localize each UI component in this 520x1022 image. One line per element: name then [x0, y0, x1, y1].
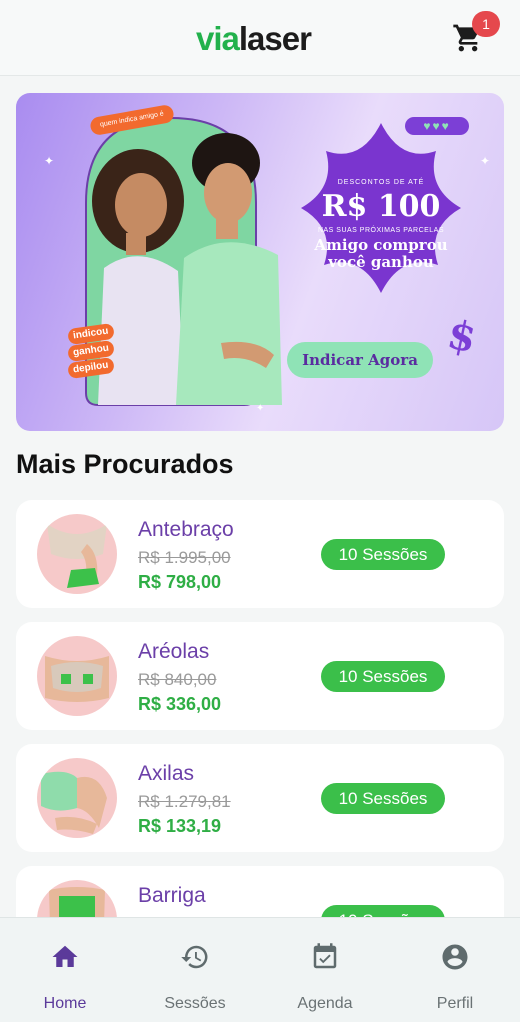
bottom-navigation: Home Sessões Agenda Perfil — [0, 917, 520, 1022]
nav-home-label: Home — [43, 995, 87, 1012]
cart-count-badge: 1 — [472, 11, 500, 37]
banner-discount-label: DESCONTOS DE ATÉ — [337, 179, 425, 186]
sessions-badge[interactable]: 10 Sessões — [321, 783, 445, 814]
indicar-agora-button[interactable]: Indicar Agora — [287, 342, 433, 378]
hearts-badge: ♥♥♥ — [405, 117, 469, 135]
product-old-price: R$ 1.279,81 — [138, 792, 231, 811]
product-price: R$ 798,00 — [138, 572, 222, 592]
nav-agenda-label: Agenda — [297, 995, 353, 1012]
nav-perfil-label: Perfil — [436, 995, 474, 1012]
product-old-price: R$ 1.995,00 — [138, 548, 231, 567]
banner-headline: Amigo comprou você ganhou — [301, 237, 461, 271]
section-title: Mais Procurados — [16, 449, 234, 479]
product-name: Barriga — [138, 884, 206, 907]
nav-home[interactable]: Home — [0, 918, 130, 1022]
calendar-check-icon — [313, 943, 337, 969]
banner-headline-1: Amigo comprou — [314, 236, 448, 254]
banner-tag-side: indicou ganhou depilou — [67, 322, 122, 380]
home-icon — [52, 945, 78, 967]
product-name: Aréolas — [138, 640, 210, 663]
product-card-axilas[interactable]: Axilas R$ 1.279,81 R$ 133,19 10 Sessões — [16, 744, 504, 852]
logo-laser: laser — [238, 20, 312, 57]
product-old-price: R$ 840,00 — [138, 670, 217, 689]
svg-text:✦: ✦ — [480, 154, 490, 168]
vialaser-logo[interactable]: vialaser — [196, 20, 312, 58]
product-thumbnail — [37, 636, 117, 716]
nav-sessoes[interactable]: Sessões — [130, 918, 260, 1022]
product-name: Axilas — [138, 762, 195, 785]
history-icon — [181, 945, 208, 969]
referral-banner[interactable]: ✦ ✦ ✦ quem indica amigo é indicou ganhou… — [16, 93, 504, 431]
product-name: Antebraço — [138, 518, 234, 541]
banner-discount-value: R$ 100 — [321, 189, 441, 224]
svg-text:✦: ✦ — [44, 154, 54, 168]
banner-discount-sub: NAS SUAS PRÓXIMAS PARCELAS — [317, 227, 445, 234]
nav-perfil[interactable]: Perfil — [390, 918, 520, 1022]
product-price: R$ 133,19 — [138, 816, 222, 836]
svg-text:✦: ✦ — [256, 403, 264, 414]
logo-via: via — [196, 20, 240, 57]
product-thumbnail — [37, 514, 117, 594]
product-card-areolas[interactable]: Aréolas R$ 840,00 R$ 336,00 10 Sessões — [16, 622, 504, 730]
nav-sessoes-label: Sessões — [164, 995, 226, 1012]
product-card-antebraco[interactable]: Antebraço R$ 1.995,00 R$ 798,00 10 Sessõ… — [16, 500, 504, 608]
nav-agenda[interactable]: Agenda — [260, 918, 390, 1022]
product-thumbnail — [37, 758, 117, 838]
account-circle-icon — [442, 944, 468, 970]
sessions-badge[interactable]: 10 Sessões — [321, 539, 445, 570]
sessions-badge[interactable]: 10 Sessões — [321, 661, 445, 692]
product-price: R$ 336,00 — [138, 694, 222, 714]
app-header: vialaser 1 — [0, 0, 520, 76]
banner-headline-2: você ganhou — [328, 253, 434, 271]
